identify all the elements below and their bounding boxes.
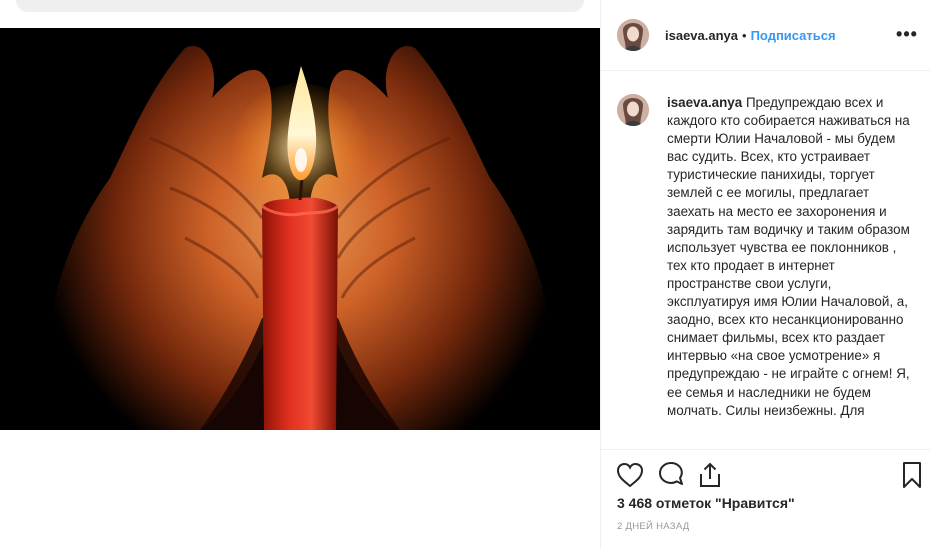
author-username[interactable]: isaeva.anya xyxy=(665,28,738,43)
post-actions: 3 468 отметок "Нравится" 2 ДНЕЙ НАЗАД xyxy=(601,449,930,549)
search-bar-edge[interactable] xyxy=(16,0,584,12)
post-timestamp[interactable]: 2 ДНЕЙ НАЗАД xyxy=(617,521,690,532)
share-icon[interactable] xyxy=(695,460,725,490)
separator-dot: • xyxy=(742,28,747,43)
more-options-icon[interactable]: ••• xyxy=(895,24,919,46)
feed-area xyxy=(0,0,600,548)
avatar-image xyxy=(617,94,649,126)
post-header-text: isaeva.anya • Подписаться xyxy=(665,27,836,45)
post-caption: isaeva.anya Предупреждаю всех и каждого … xyxy=(667,94,915,420)
avatar-image xyxy=(617,19,649,51)
follow-button[interactable]: Подписаться xyxy=(751,28,836,43)
candle-hands-image xyxy=(0,28,600,430)
post-image[interactable] xyxy=(0,28,600,430)
caption-text: Предупреждаю всех и каждого кто собирает… xyxy=(667,95,910,418)
caption-username[interactable]: isaeva.anya xyxy=(667,95,742,110)
post-side-panel: isaeva.anya • Подписаться ••• isaeva.anya … xyxy=(600,0,930,548)
heart-icon[interactable] xyxy=(615,460,645,490)
avatar[interactable] xyxy=(617,19,649,51)
comments-section[interactable]: isaeva.anya Предупреждаю всех и каждого … xyxy=(601,84,930,448)
likes-count[interactable]: 3 468 отметок "Нравится" xyxy=(617,495,795,511)
caption-avatar[interactable] xyxy=(617,94,649,126)
post-header: isaeva.anya • Подписаться ••• xyxy=(601,0,930,71)
bookmark-icon[interactable] xyxy=(897,460,927,490)
comment-icon[interactable] xyxy=(656,460,686,490)
